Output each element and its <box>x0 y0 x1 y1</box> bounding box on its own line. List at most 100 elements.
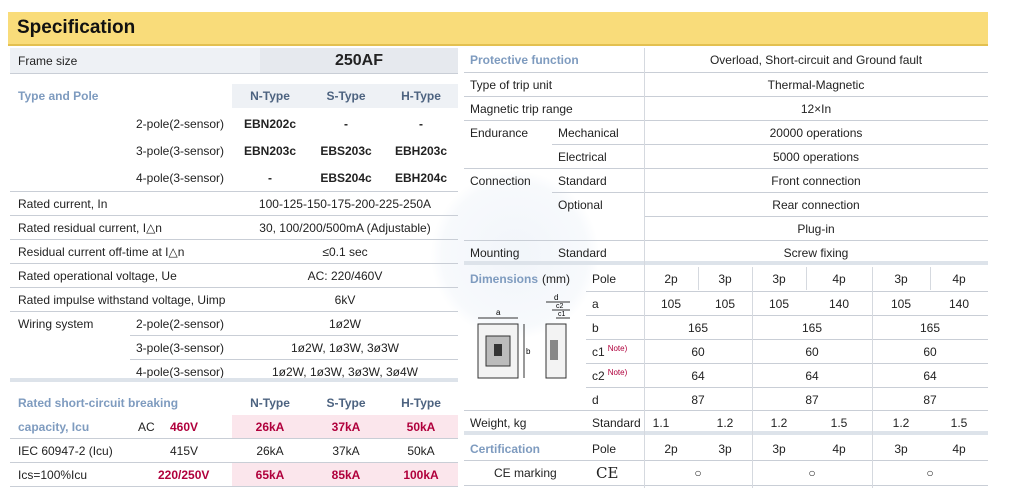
breaking-type-h: H-Type <box>401 395 441 410</box>
wiring-label: Wiring system <box>18 316 94 331</box>
mag-trip-value: 12×In <box>800 101 832 116</box>
front-connection: Front connection <box>771 173 861 188</box>
breaking-row: capacity, Icu AC 460V 26kA 37kA 50kA <box>10 415 458 438</box>
frame-size-label: Frame size <box>18 53 78 68</box>
spec-row: Rated impulse withstand voltage, Uimp 6k… <box>10 288 458 311</box>
breaking-row: IEC 60947-2 (Icu) 415V 26kA 37kA 50kA <box>10 439 458 462</box>
diagram-label-b: b <box>526 347 531 356</box>
dim-value: 60 <box>805 344 819 359</box>
pole-label: 4-pole(3-sensor) <box>136 171 225 185</box>
wiring-pole: 3-pole(3-sensor) <box>136 340 225 355</box>
dim-value: 140 <box>828 296 850 311</box>
breaking-header-band <box>10 378 458 382</box>
ce-row: CE marking CE ○ ○ ○ <box>464 461 988 485</box>
cert-pole: 4p <box>832 441 846 456</box>
pole-col: 3p <box>718 271 732 286</box>
trip-unit-value: Thermal-Magnetic <box>767 77 865 92</box>
pole-col: 3p <box>772 271 786 286</box>
pole-col: 4p <box>952 271 966 286</box>
cert-label: Certification <box>470 441 541 456</box>
rear-connection: Rear connection <box>772 197 860 212</box>
diagram-label-c1: c1 <box>558 311 566 318</box>
dim-value: 165 <box>801 320 823 335</box>
diagram-label-c2: c2 <box>556 303 564 310</box>
model-h: EBH203c <box>394 144 448 158</box>
dim-value: 87 <box>691 392 705 407</box>
type-pole-label: Type and Pole <box>18 89 99 103</box>
dim-label: c2 <box>592 368 605 383</box>
ce-mark: ○ <box>694 466 702 480</box>
spec-value: 100-125-150-175-200-225-250A <box>258 196 432 211</box>
spec-value: AC: 220/460V <box>307 268 383 283</box>
pole-row: 2-pole(2-sensor) EBN202c - - <box>10 112 458 136</box>
spec-value: 30, 100/200/500mA (Adjustable) <box>259 220 431 235</box>
breaking-ac: AC <box>138 419 155 434</box>
right-spec-table: Protective function Overload, Short-circ… <box>464 48 988 488</box>
dim-row: d 87 87 87 <box>464 388 988 411</box>
dim-label: b <box>592 320 599 335</box>
pole-label: 2-pole(2-sensor) <box>136 117 225 131</box>
wiring-pole: 2-pole(2-sensor) <box>136 316 225 331</box>
spec-row: Residual current off-time at I△n ≤0.1 se… <box>10 240 458 263</box>
breaking-header: Rated short-circuit breaking N-Type S-Ty… <box>10 391 458 414</box>
pole-row: 3-pole(3-sensor) EBN203c EBS203c EBH203c <box>10 139 458 163</box>
breaking-label: Ics=100%Icu <box>18 467 88 482</box>
breaking-h: 50kA <box>407 443 435 458</box>
breaking-type-s: S-Type <box>326 395 366 410</box>
mag-trip-row: Magnetic trip range 12×In <box>464 97 988 120</box>
plugin-row: Plug-in <box>464 217 988 240</box>
dim-label: c1 <box>592 344 605 359</box>
dim-value: 87 <box>805 392 819 407</box>
electrical-row: Electrical 5000 operations <box>464 145 988 168</box>
dim-value: 165 <box>919 320 941 335</box>
dim-value: 87 <box>923 392 937 407</box>
type-header-n: N-Type <box>232 84 308 108</box>
cert-header-band <box>464 431 988 435</box>
breaking-s: 37kA <box>308 415 384 438</box>
dim-pole-row: Dimensions (mm) Pole 2p 3p 3p 4p 3p 4p <box>464 267 988 290</box>
dimensions-label: Dimensions <box>470 271 539 286</box>
breaking-type-n: N-Type <box>250 395 290 410</box>
electrical-label: Electrical <box>558 149 607 164</box>
wiring-value: 1ø2W <box>328 316 361 331</box>
breaking-h: 50kA <box>384 415 458 438</box>
wiring-row: Wiring system 2-pole(2-sensor) 1ø2W <box>10 312 458 335</box>
dimensions-header-band <box>464 261 988 265</box>
model-s: - <box>344 117 348 131</box>
cert-pole: 3p <box>718 441 732 456</box>
breaking-h: 100kA <box>384 463 458 486</box>
standard-label: Standard <box>558 173 607 188</box>
pole-col: 3p <box>894 271 908 286</box>
dimensions-title: Dimensions (mm) <box>470 267 570 290</box>
dim-value: 64 <box>691 368 705 383</box>
left-spec-table: Frame size 250AF Type and Pole N-Type S-… <box>10 48 458 488</box>
dim-note: Note) <box>607 344 628 353</box>
optional-row: Optional Rear connection <box>464 193 988 216</box>
model-s: EBS203c <box>320 144 372 158</box>
connection-row: Connection Standard Front connection <box>464 169 988 192</box>
cert-pole: 2p <box>664 441 678 456</box>
spec-label: Rated current, In <box>18 196 108 211</box>
frame-size-row: Frame size 250AF <box>10 48 458 73</box>
dim-value: 64 <box>923 368 937 383</box>
breaking-row: Ics=100%Icu 220/250V 65kA 85kA 100kA <box>10 463 458 486</box>
dim-value: 60 <box>691 344 705 359</box>
diagram-label-d: d <box>554 294 558 302</box>
spec-label: Residual current off-time at I△n <box>18 244 185 259</box>
type-header-h: H-Type <box>384 84 458 108</box>
breaking-label: IEC 60947-2 (Icu) <box>18 443 113 458</box>
breaker-dimension-drawing: a b d c2 c1 <box>477 294 570 379</box>
spec-row: Rated residual current, I△n 30, 100/200/… <box>10 216 458 239</box>
dim-value: 64 <box>805 368 819 383</box>
dim-label: a <box>592 296 599 311</box>
model-n: EBN203c <box>243 144 297 158</box>
dimensions-unit: (mm) <box>542 271 570 286</box>
ce-mark: ○ <box>808 466 816 480</box>
mechanical-label: Mechanical <box>558 125 619 140</box>
cert-pole: 4p <box>952 441 966 456</box>
pole-col: 2p <box>664 271 678 286</box>
model-n: EBN202c <box>243 117 297 131</box>
model-s: EBS204c <box>320 171 372 185</box>
cert-pole: 3p <box>894 441 908 456</box>
breaking-voltage: 460V <box>170 419 199 434</box>
